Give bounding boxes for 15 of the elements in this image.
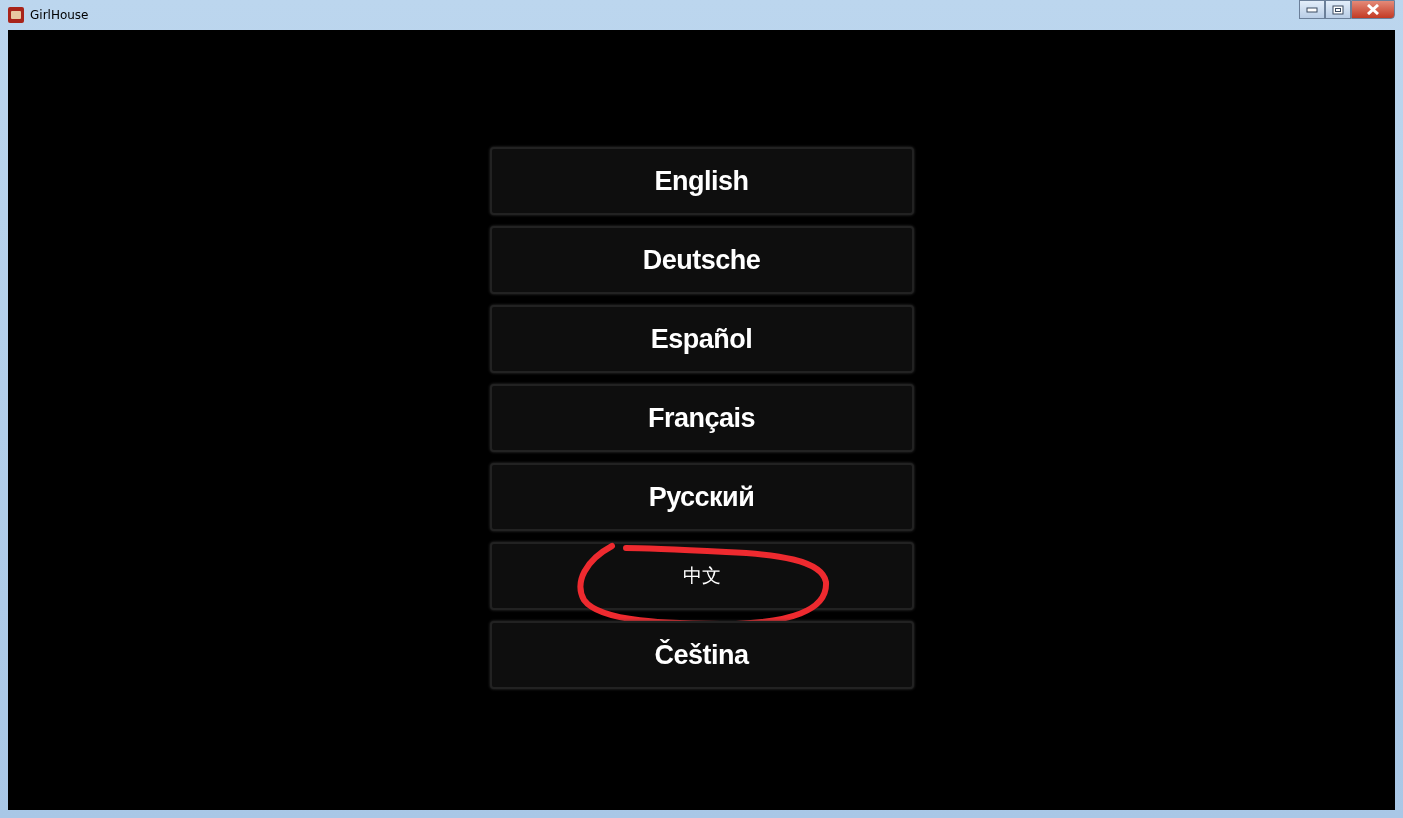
maximize-icon [1332,4,1344,15]
language-button[interactable]: Français [489,384,914,452]
maximize-button[interactable] [1325,0,1351,19]
language-button[interactable]: Čeština [489,621,914,689]
close-button[interactable] [1351,0,1395,19]
language-button[interactable]: 中文 [489,542,914,610]
language-button[interactable]: Deutsche [489,226,914,294]
minimize-button[interactable] [1299,0,1325,19]
close-icon [1366,4,1380,15]
language-button[interactable]: Русский [489,463,914,531]
language-button[interactable]: Español [489,305,914,373]
window-title: GirlHouse [30,8,89,22]
minimize-icon [1306,6,1318,13]
language-button[interactable]: English [489,147,914,215]
app-icon [8,7,24,23]
